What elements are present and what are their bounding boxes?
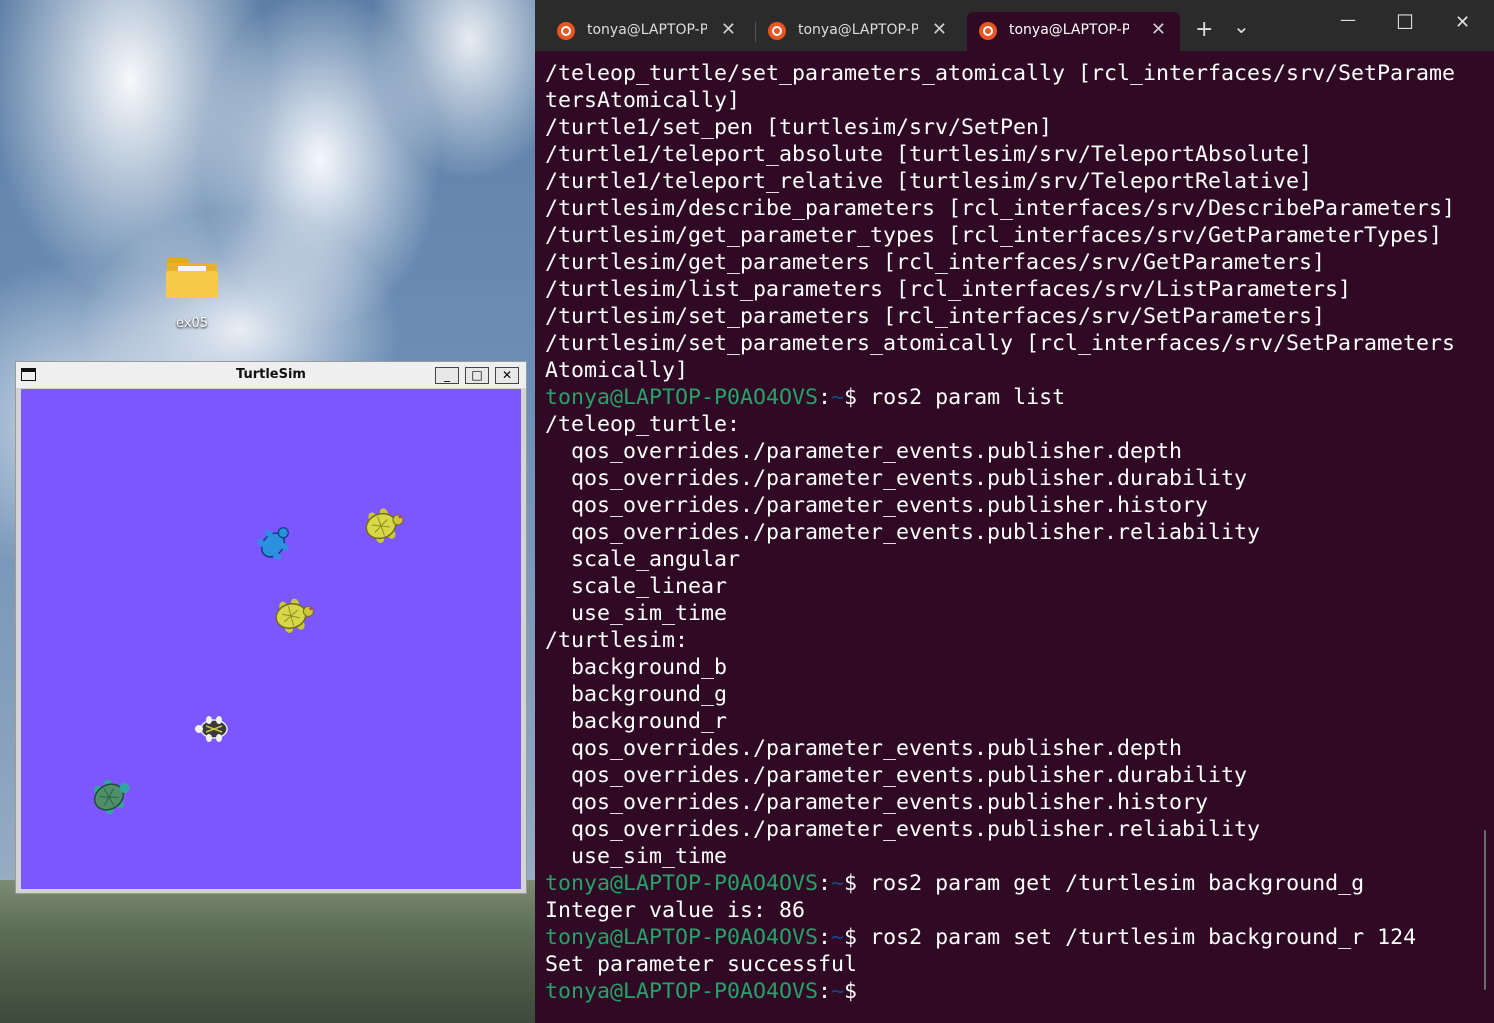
terminal-output-line: qos_overrides./parameter_events.publishe… (545, 493, 1209, 518)
terminal-tabbar[interactable]: tonya@LAPTOP-P0AO4OVS: ~ ✕ tonya@LAPTOP-… (535, 0, 1494, 51)
prompt-dollar: $ (844, 925, 858, 950)
turtlesim-titlebar[interactable]: TurtleSim _ □ ✕ (16, 362, 526, 388)
terminal-output-line: scale_linear (545, 574, 728, 599)
terminal-output-line: /turtle1/teleport_absolute [turtlesim/sr… (545, 142, 1313, 167)
tab-terminal-2[interactable]: tonya@LAPTOP-P0AO4OVS: ~ ✕ (756, 12, 961, 51)
wallpaper-hills (0, 880, 535, 1023)
terminal-output-line: /turtlesim/set_parameters [rcl_interface… (545, 304, 1326, 329)
turtle-icon (257, 527, 289, 560)
terminal-output-line: background_r (545, 709, 728, 734)
terminal-output-line: Atomically] (545, 358, 689, 383)
turtle-icon (195, 716, 228, 742)
prompt-colon: : (818, 979, 832, 1004)
prompt-colon: : (818, 871, 832, 896)
turtlesim-canvas (21, 389, 521, 889)
prompt-user: tonya@LAPTOP-P0AO4OVS (545, 979, 819, 1004)
terminal-output-line: background_g (545, 682, 728, 707)
turtlesim-window: TurtleSim _ □ ✕ (15, 361, 527, 894)
terminal-output-line: qos_overrides./parameter_events.publishe… (545, 520, 1261, 545)
terminal-prompt-line: tonya@LAPTOP-P0AO4OVS:~$ (545, 978, 1485, 1005)
terminal-output[interactable]: /teleop_turtle/set_parameters_atomically… (545, 60, 1485, 1005)
tab-terminal-1[interactable]: tonya@LAPTOP-P0AO4OVS: ~ ✕ (545, 12, 750, 51)
terminal-scrollbar[interactable] (1484, 830, 1486, 990)
turtle-icon (275, 598, 314, 633)
terminal-output-line: qos_overrides./parameter_events.publishe… (545, 439, 1183, 464)
terminal-prompt-line: tonya@LAPTOP-P0AO4OVS:~$ ros2 param get … (545, 870, 1485, 897)
folder-icon (166, 256, 218, 298)
turtle-icon (93, 779, 130, 815)
terminal-output-line: use_sim_time (545, 844, 728, 869)
prompt-colon: : (818, 385, 832, 410)
terminal-output-line: use_sim_time (545, 601, 728, 626)
desktop-icon-label: ex05 (175, 316, 208, 331)
terminal-output-line: qos_overrides./parameter_events.publishe… (545, 790, 1209, 815)
tab-label: tonya@LAPTOP-P0AO4OVS: ~ (1009, 22, 1129, 38)
terminal-output-line: /turtlesim/set_parameters_atomically [rc… (545, 331, 1456, 356)
prompt-path: ~ (831, 385, 845, 410)
window-minimize-button[interactable]: — (1340, 10, 1356, 29)
terminal-output-line: /teleop_turtle/set_parameters_atomically… (545, 61, 1456, 86)
terminal-output-line: qos_overrides./parameter_events.publishe… (545, 817, 1261, 842)
terminal-output-line: background_b (545, 655, 728, 680)
terminal-output-line: scale_angular (545, 547, 741, 572)
terminal-prompt-line: tonya@LAPTOP-P0AO4OVS:~$ ros2 param list (545, 384, 1485, 411)
prompt-path: ~ (831, 925, 845, 950)
prompt-command: ros2 param get /turtlesim background_g (857, 871, 1365, 896)
terminal-output-line: /teleop_turtle: (545, 412, 741, 437)
tab-dropdown-button[interactable]: ⌄ (1233, 14, 1250, 38)
minimize-button[interactable]: _ (435, 367, 459, 384)
terminal-output-line: /turtlesim/get_parameter_types [rcl_inte… (545, 223, 1443, 248)
terminal-output-line: /turtlesim/list_parameters [rcl_interfac… (545, 277, 1352, 302)
terminal-prompt-line: tonya@LAPTOP-P0AO4OVS:~$ ros2 param set … (545, 924, 1485, 951)
prompt-path: ~ (831, 871, 845, 896)
ubuntu-icon (557, 22, 575, 40)
terminal-output-line: /turtle1/teleport_relative [turtlesim/sr… (545, 169, 1313, 194)
close-button[interactable]: ✕ (495, 367, 519, 384)
terminal-output-line: /turtle1/set_pen [turtlesim/srv/SetPen] (545, 115, 1053, 140)
window-maximize-button[interactable]: ☐ (1396, 10, 1414, 34)
prompt-user: tonya@LAPTOP-P0AO4OVS (545, 871, 819, 896)
terminal-output-line: Set parameter successful (545, 952, 858, 977)
maximize-button[interactable]: □ (465, 367, 489, 384)
prompt-command: ros2 param set /turtlesim background_r 1… (857, 925, 1417, 950)
prompt-dollar: $ (844, 979, 858, 1004)
turtle-layer (93, 508, 404, 815)
terminal-output-line: /turtlesim/describe_parameters [rcl_inte… (545, 196, 1456, 221)
prompt-dollar: $ (844, 385, 858, 410)
terminal-output-line: /turtlesim/get_parameters [rcl_interface… (545, 250, 1326, 275)
desktop-icon-ex05[interactable]: ex05 (160, 256, 224, 331)
prompt-user: tonya@LAPTOP-P0AO4OVS (545, 385, 819, 410)
terminal-window: tonya@LAPTOP-P0AO4OVS: ~ ✕ tonya@LAPTOP-… (535, 0, 1494, 1023)
tab-label: tonya@LAPTOP-P0AO4OVS: ~ (587, 22, 707, 38)
close-tab-icon[interactable]: ✕ (932, 19, 947, 40)
prompt-path: ~ (831, 979, 845, 1004)
tab-terminal-3[interactable]: tonya@LAPTOP-P0AO4OVS: ~ ✕ (967, 12, 1180, 51)
turtle-icon (365, 508, 404, 543)
terminal-output-line: qos_overrides./parameter_events.publishe… (545, 763, 1248, 788)
terminal-output-line: qos_overrides./parameter_events.publishe… (545, 466, 1248, 491)
ubuntu-icon (768, 22, 786, 40)
prompt-user: tonya@LAPTOP-P0AO4OVS (545, 925, 819, 950)
terminal-output-line: qos_overrides./parameter_events.publishe… (545, 736, 1183, 761)
terminal-output-line: /turtlesim: (545, 628, 689, 653)
tab-label: tonya@LAPTOP-P0AO4OVS: ~ (798, 22, 918, 38)
terminal-output-line: tersAtomically] (545, 88, 741, 113)
window-close-button[interactable]: ✕ (1455, 12, 1470, 33)
close-tab-icon[interactable]: ✕ (1151, 19, 1166, 40)
prompt-colon: : (818, 925, 832, 950)
new-tab-button[interactable]: + (1195, 17, 1213, 42)
prompt-dollar: $ (844, 871, 858, 896)
terminal-output-line: Integer value is: 86 (545, 898, 806, 923)
ubuntu-icon (979, 22, 997, 40)
prompt-command: ros2 param list (857, 385, 1066, 410)
close-tab-icon[interactable]: ✕ (721, 19, 736, 40)
